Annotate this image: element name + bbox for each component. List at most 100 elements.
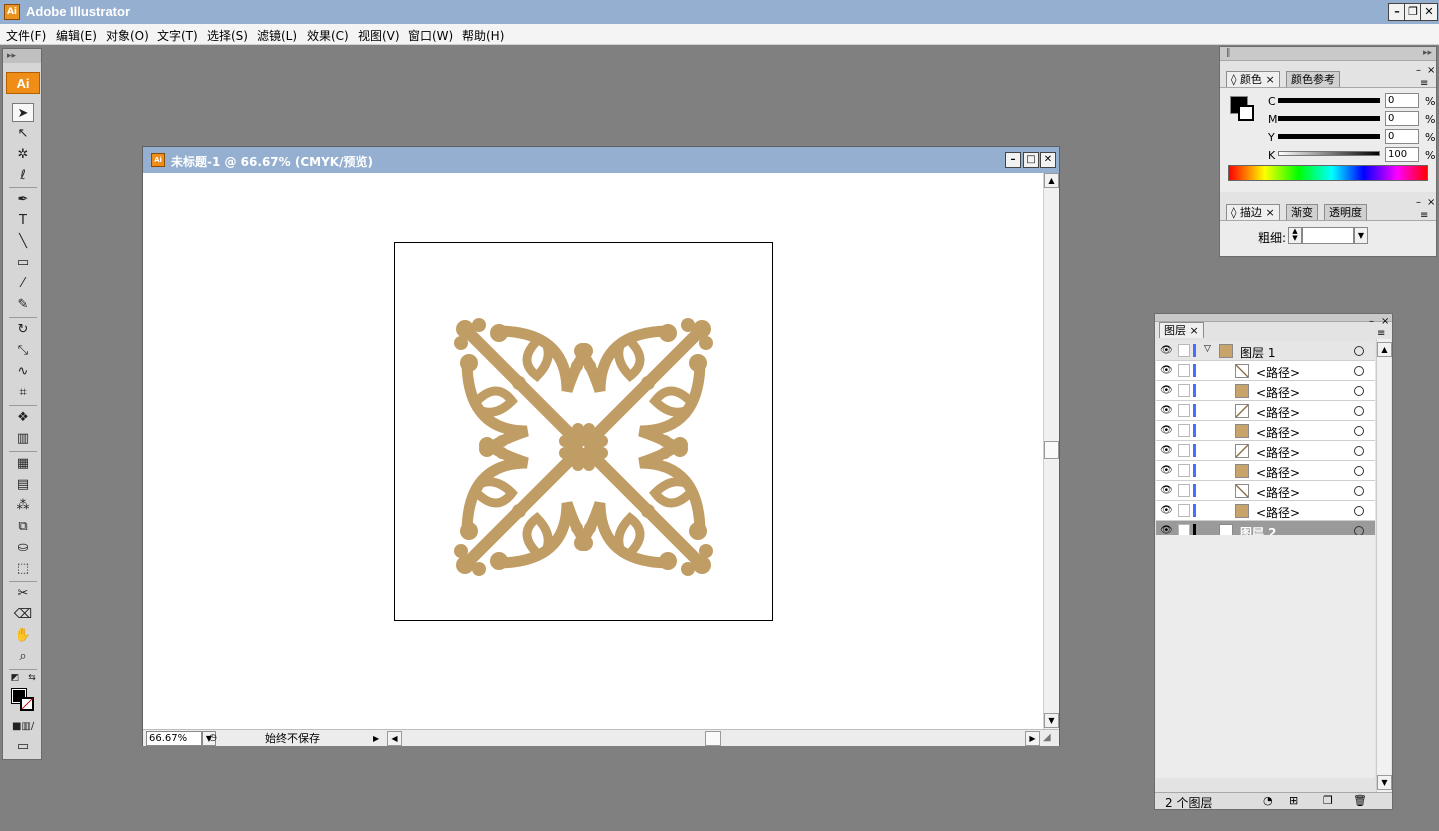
menu-object[interactable]: 对象(O) [106, 27, 149, 44]
lock-toggle[interactable] [1178, 424, 1190, 437]
stroke-swatch[interactable] [20, 697, 34, 711]
target-circle-icon[interactable] [1354, 346, 1364, 356]
live-paint-selection-tool-icon[interactable]: ⬚ [12, 559, 34, 578]
new-sublayer-icon[interactable]: ⊞ [1289, 794, 1298, 807]
layers-scroll-up-icon[interactable]: ▲ [1377, 342, 1392, 357]
tab-transparency[interactable]: 透明度 [1324, 204, 1367, 220]
menu-select[interactable]: 选择(S) [207, 27, 248, 44]
menu-edit[interactable]: 编辑(E) [56, 27, 97, 44]
layers-scrollbar[interactable]: ▲ ▼ [1376, 339, 1392, 792]
tab-close-icon[interactable]: × [1190, 324, 1199, 337]
target-circle-icon[interactable] [1354, 386, 1364, 396]
delete-layer-icon[interactable]: 🗑 [1353, 794, 1367, 807]
tab-color-guide[interactable]: 颜色参考 [1286, 71, 1340, 87]
black-slider[interactable] [1278, 151, 1380, 156]
zoom-level-field[interactable]: 66.67% [146, 731, 202, 746]
warp-tool-icon[interactable]: ∿ [12, 362, 34, 381]
yellow-value[interactable]: 0 [1385, 129, 1419, 144]
visibility-eye-icon[interactable]: 👁 [1160, 445, 1173, 456]
menu-effect[interactable]: 效果(C) [307, 27, 349, 44]
lasso-tool-icon[interactable]: ℓ [12, 166, 34, 185]
rectangle-tool-icon[interactable]: ▭ [12, 253, 34, 272]
target-circle-icon[interactable] [1354, 506, 1364, 516]
stroke-panel-close-icon[interactable]: × [1427, 197, 1435, 208]
layers-panel-grip[interactable] [1155, 314, 1392, 322]
type-tool-icon[interactable]: T [12, 211, 34, 230]
scale-tool-icon[interactable]: ⤡ [12, 341, 34, 360]
visibility-eye-icon[interactable]: 👁 [1160, 405, 1173, 416]
magenta-value[interactable]: 0 [1385, 111, 1419, 126]
status-menu[interactable]: ◷ 始终不保存 ▶ [209, 731, 383, 746]
menu-type[interactable]: 文字(T) [157, 27, 198, 44]
status-arrow-icon[interactable]: ▶ [373, 731, 379, 746]
lock-toggle[interactable] [1178, 404, 1190, 417]
stroke-panel-minimize-icon[interactable]: – [1416, 197, 1421, 208]
visibility-eye-icon[interactable]: 👁 [1160, 485, 1173, 496]
new-layer-icon[interactable]: ❐ [1323, 794, 1333, 807]
doc-minimize-button[interactable]: – [1005, 152, 1021, 168]
menu-help[interactable]: 帮助(H) [462, 27, 504, 44]
stroke-weight-stepper[interactable]: ▲ ▼ [1288, 227, 1302, 244]
eraser-tool-icon[interactable]: ⌫ [12, 605, 34, 624]
magic-wand-tool-icon[interactable]: ✲ [12, 145, 34, 164]
target-circle-icon[interactable] [1354, 366, 1364, 376]
yellow-slider[interactable] [1278, 134, 1380, 139]
magenta-slider[interactable] [1278, 116, 1380, 121]
lock-toggle[interactable] [1178, 384, 1190, 397]
lock-toggle[interactable] [1178, 444, 1190, 457]
cyan-value[interactable]: 0 [1385, 93, 1419, 108]
path-row[interactable]: 👁 <路径> [1156, 461, 1375, 481]
target-circle-icon[interactable] [1354, 426, 1364, 436]
zoom-tool-icon[interactable]: ⌕ [12, 647, 34, 666]
canvas-area[interactable] [143, 173, 1043, 729]
paintbrush-tool-icon[interactable]: ⁄ [12, 274, 34, 293]
doc-maximize-button[interactable]: □ [1023, 152, 1039, 168]
lock-toggle[interactable] [1178, 464, 1190, 477]
expand-triangle-icon[interactable]: ▽ [1204, 344, 1211, 354]
make-clipping-mask-icon[interactable]: ◔ [1263, 794, 1273, 807]
path-row[interactable]: 👁 <路径> [1156, 441, 1375, 461]
vertical-scroll-thumb[interactable] [1044, 441, 1059, 459]
color-mode-icons[interactable]: ■▥∕ [12, 717, 34, 736]
scroll-down-arrow-icon[interactable]: ▼ [1044, 713, 1059, 728]
menu-window[interactable]: 窗口(W) [408, 27, 453, 44]
tab-layers[interactable]: 图层 × [1159, 322, 1204, 338]
visibility-eye-icon[interactable]: 👁 [1160, 365, 1173, 376]
screen-mode-icon[interactable]: ▭ [12, 737, 34, 756]
color-spectrum-bar[interactable] [1228, 165, 1428, 181]
menu-filter[interactable]: 滤镜(L) [257, 27, 297, 44]
visibility-eye-icon[interactable]: 👁 [1160, 425, 1173, 436]
layers-scroll-down-icon[interactable]: ▼ [1377, 775, 1392, 790]
pen-tool-icon[interactable]: ✒ [12, 190, 34, 209]
blend-tool-icon[interactable]: ⧉ [12, 517, 34, 536]
menu-view[interactable]: 视图(V) [358, 27, 400, 44]
eyedropper-tool-icon[interactable]: ⁂ [12, 496, 34, 515]
target-circle-icon[interactable] [1354, 406, 1364, 416]
lock-toggle[interactable] [1178, 504, 1190, 517]
scroll-left-arrow-icon[interactable]: ◀ [387, 731, 402, 746]
gradient-tool-icon[interactable]: ▤ [12, 475, 34, 494]
horizontal-scroll-thumb[interactable] [705, 731, 721, 746]
layer-row[interactable]: 👁 ▽ 图层 1 [1156, 341, 1375, 361]
direct-selection-tool-icon[interactable]: ↖ [12, 124, 34, 143]
live-paint-bucket-tool-icon[interactable]: ⛀ [12, 538, 34, 557]
rotate-tool-icon[interactable]: ↻ [12, 320, 34, 339]
target-circle-icon[interactable] [1354, 486, 1364, 496]
lock-toggle[interactable] [1178, 364, 1190, 377]
tab-close-icon[interactable]: × [1265, 206, 1274, 219]
visibility-eye-icon[interactable]: 👁 [1160, 505, 1173, 516]
lock-toggle[interactable] [1178, 344, 1190, 357]
symbol-sprayer-tool-icon[interactable]: ❖ [12, 408, 34, 427]
black-value[interactable]: 100 [1385, 147, 1419, 162]
visibility-eye-icon[interactable]: 👁 [1160, 345, 1173, 356]
scroll-up-arrow-icon[interactable]: ▲ [1044, 173, 1059, 188]
layers-minimize-icon[interactable]: – [1369, 316, 1374, 327]
stroke-weight-field[interactable] [1302, 227, 1354, 244]
graph-tool-icon[interactable]: ▥ [12, 429, 34, 448]
collapse-icon[interactable]: ▸▸ [1423, 48, 1432, 58]
tab-color[interactable]: ◊ 颜色 × [1226, 71, 1280, 87]
panel-minimize-icon[interactable]: – [1416, 65, 1421, 76]
swap-colors-icon[interactable]: ⇆ [25, 669, 39, 688]
path-row[interactable]: 👁 <路径> [1156, 481, 1375, 501]
scroll-right-arrow-icon[interactable]: ▶ [1025, 731, 1040, 746]
